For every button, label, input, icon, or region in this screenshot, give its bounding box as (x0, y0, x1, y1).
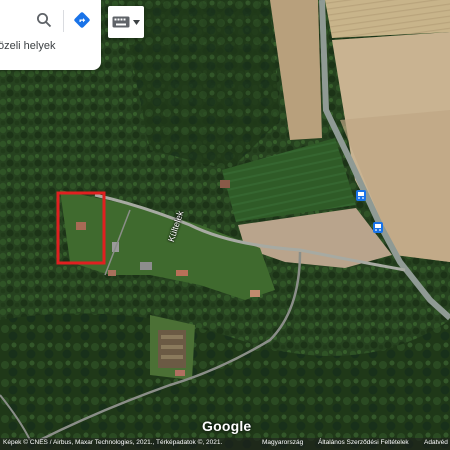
google-logo: Google (202, 418, 252, 434)
search-icon[interactable] (36, 12, 52, 28)
house (76, 222, 86, 230)
house (175, 370, 185, 376)
privacy-link[interactable]: Adatvéd (424, 439, 448, 446)
divider (63, 10, 64, 32)
map-footer: Képek © CNES / Airbus, Maxar Technologie… (0, 438, 450, 450)
search-panel: özeli helyek (0, 0, 101, 70)
house (140, 262, 152, 270)
chevron-down-icon (133, 20, 140, 25)
directions-icon[interactable] (73, 11, 91, 29)
input-tools-button[interactable] (108, 6, 144, 38)
terms-link[interactable]: Általános Szerződési Feltételek (318, 439, 409, 446)
keyboard-icon (112, 16, 130, 28)
house (220, 180, 230, 188)
house (250, 290, 260, 297)
bus-stop-icon[interactable] (373, 222, 383, 233)
bus-stop-icon[interactable] (356, 190, 366, 201)
nearby-places-link[interactable]: özeli helyek (0, 40, 55, 52)
search-box[interactable] (0, 0, 101, 40)
house (176, 270, 188, 276)
house (108, 270, 116, 276)
country-link[interactable]: Magyarország (262, 439, 303, 446)
field-north (325, 0, 450, 38)
attribution-text: Képek © CNES / Airbus, Maxar Technologie… (3, 439, 223, 446)
